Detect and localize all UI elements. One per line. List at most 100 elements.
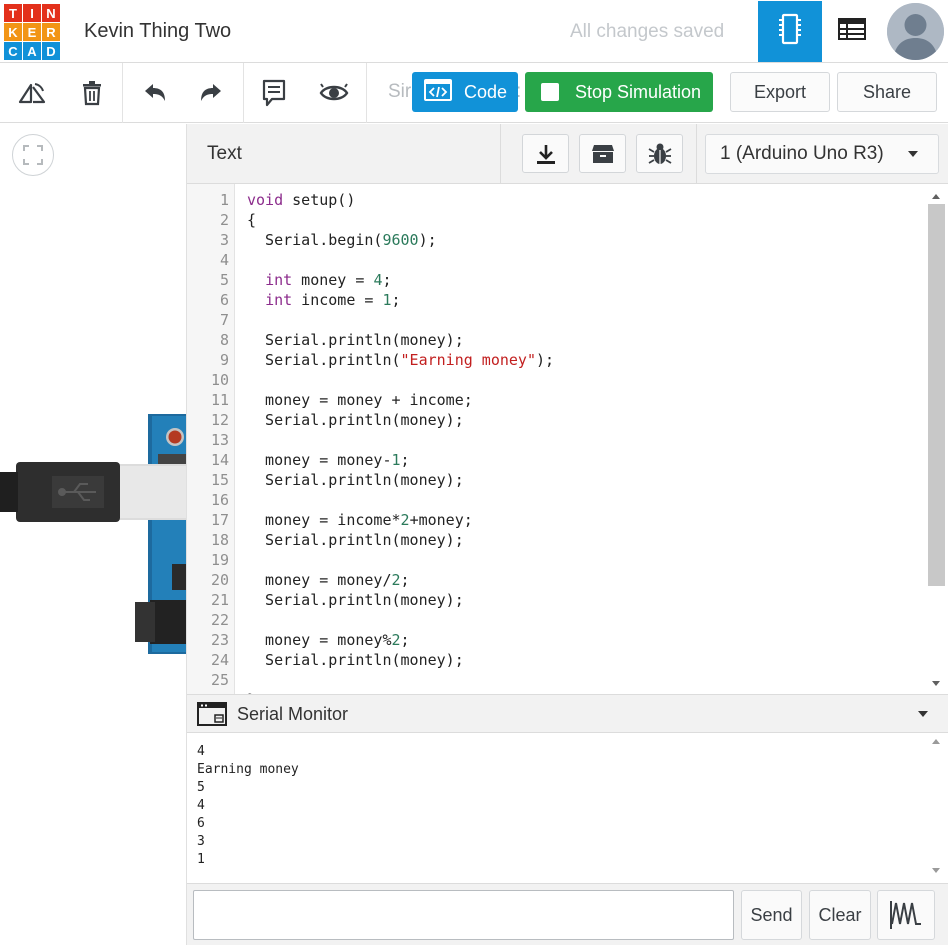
serial-input-row: Send Clear xyxy=(187,883,948,945)
line-number: 20 xyxy=(210,571,229,589)
list-view-icon xyxy=(838,18,866,45)
code-icon xyxy=(424,78,452,106)
line-number: 15 xyxy=(210,471,229,489)
code-text: Serial.println(money); xyxy=(247,590,464,610)
scroll-up-icon[interactable] xyxy=(932,194,940,199)
code-text: money = money-1; xyxy=(247,450,410,470)
code-line: 21 Serial.println(money); xyxy=(187,590,927,610)
notes-button[interactable] xyxy=(257,76,291,110)
editor-scrollbar-thumb[interactable] xyxy=(928,204,945,586)
send-button[interactable]: Send xyxy=(741,890,802,940)
notes-icon xyxy=(262,79,286,107)
chevron-down-icon[interactable] xyxy=(918,711,928,717)
clear-button[interactable]: Clear xyxy=(809,890,871,940)
code-token: ; xyxy=(382,271,392,289)
serial-monitor-header[interactable]: Serial Monitor xyxy=(187,694,948,733)
code-line: 18 Serial.println(money); xyxy=(187,530,927,550)
code-token: money = money + income; xyxy=(247,391,473,409)
code-text: Serial.println(money); xyxy=(247,470,464,490)
code-line: 22 xyxy=(187,610,927,630)
line-number: 13 xyxy=(210,431,229,449)
serial-output-line: 5 xyxy=(197,780,205,795)
code-token: Serial.println(money); xyxy=(247,531,464,549)
code-token: +money; xyxy=(409,511,473,529)
line-number: 22 xyxy=(210,611,229,629)
stop-simulation-button[interactable]: Stop Simulation xyxy=(525,72,713,112)
scroll-up-icon[interactable] xyxy=(932,739,940,744)
line-number: 19 xyxy=(210,551,229,569)
share-button[interactable]: Share xyxy=(837,72,937,112)
line-number: 14 xyxy=(210,451,229,469)
download-icon xyxy=(536,144,555,164)
delete-icon xyxy=(83,81,101,106)
logo-letter: T xyxy=(4,4,22,22)
graph-button[interactable] xyxy=(877,890,935,940)
scroll-down-icon[interactable] xyxy=(932,868,940,873)
simulation-label-partial: Sir: xyxy=(388,81,522,102)
save-status: All changes saved xyxy=(570,21,725,42)
line-number: 11 xyxy=(210,391,229,409)
code-line: 13 xyxy=(187,430,927,450)
code-token: ); xyxy=(536,351,555,369)
code-text: Serial.println(money); xyxy=(247,650,464,670)
code-line: 7 xyxy=(187,310,927,330)
export-button[interactable]: Export xyxy=(730,72,830,112)
code-token: ); xyxy=(418,231,437,249)
user-avatar[interactable] xyxy=(887,3,944,60)
code-mode-select[interactable]: Text xyxy=(207,143,242,165)
header-separator xyxy=(696,124,697,184)
visibility-icon xyxy=(319,83,349,101)
undo-button[interactable] xyxy=(137,76,171,110)
arduino-board[interactable] xyxy=(0,354,187,945)
serial-input[interactable] xyxy=(193,890,734,940)
code-button[interactable]: Code xyxy=(412,72,518,112)
redo-icon xyxy=(201,84,221,101)
circuit-view-button[interactable] xyxy=(758,1,822,62)
code-line: 20 money = money/2; xyxy=(187,570,927,590)
code-text: Serial.println(money); xyxy=(247,530,464,550)
line-number: 12 xyxy=(210,411,229,429)
scroll-down-icon[interactable] xyxy=(932,681,940,686)
circuit-canvas[interactable] xyxy=(0,124,187,945)
code-token: int xyxy=(265,291,293,309)
rotate-button[interactable] xyxy=(15,76,49,110)
visibility-button[interactable] xyxy=(317,76,351,110)
component-list-button[interactable] xyxy=(820,1,884,62)
project-title[interactable]: Kevin Thing Two xyxy=(84,20,231,43)
code-token: "Earning money" xyxy=(400,351,536,369)
debug-icon xyxy=(648,143,671,164)
code-line: 8 Serial.println(money); xyxy=(187,330,927,350)
code-token: money = money/ xyxy=(247,571,392,589)
code-token: Serial.println(money); xyxy=(247,591,464,609)
code-text: money = money/2; xyxy=(247,570,410,590)
code-line: 12 Serial.println(money); xyxy=(187,410,927,430)
logo-letter: R xyxy=(42,23,60,41)
redo-button[interactable] xyxy=(195,76,229,110)
device-select[interactable]: 1 (Arduino Uno R3) xyxy=(705,134,939,174)
code-text: money = money + income; xyxy=(247,390,473,410)
code-token: 1 xyxy=(391,451,401,469)
debugger-button[interactable] xyxy=(636,134,683,173)
code-editor[interactable]: 1 void setup() 2{3 Serial.begin(9600); 4 5 i… xyxy=(187,184,948,694)
code-token: Serial.println(money); xyxy=(247,651,464,669)
code-token: ; xyxy=(400,571,410,589)
line-number: 2 xyxy=(219,211,229,229)
code-line: 16 xyxy=(187,490,927,510)
code-text: int income = 1; xyxy=(247,290,400,310)
code-line: 1 void setup() xyxy=(187,190,927,210)
code-token: Serial.println(money); xyxy=(247,331,464,349)
tinkercad-logo[interactable]: TIN KER CAD xyxy=(4,4,60,60)
toolbar-separator xyxy=(122,63,123,123)
fit-view-icon xyxy=(23,145,43,165)
code-line: 3 Serial.begin(9600); xyxy=(187,230,927,250)
delete-button[interactable] xyxy=(75,76,109,110)
download-code-button[interactable] xyxy=(522,134,569,173)
library-button[interactable] xyxy=(579,134,626,173)
code-token: 2 xyxy=(391,631,401,649)
code-token: setup() xyxy=(283,191,356,209)
code-text: money = income*2+money; xyxy=(247,510,473,530)
code-token: Serial.println( xyxy=(247,351,401,369)
fit-view-button[interactable] xyxy=(12,134,54,176)
